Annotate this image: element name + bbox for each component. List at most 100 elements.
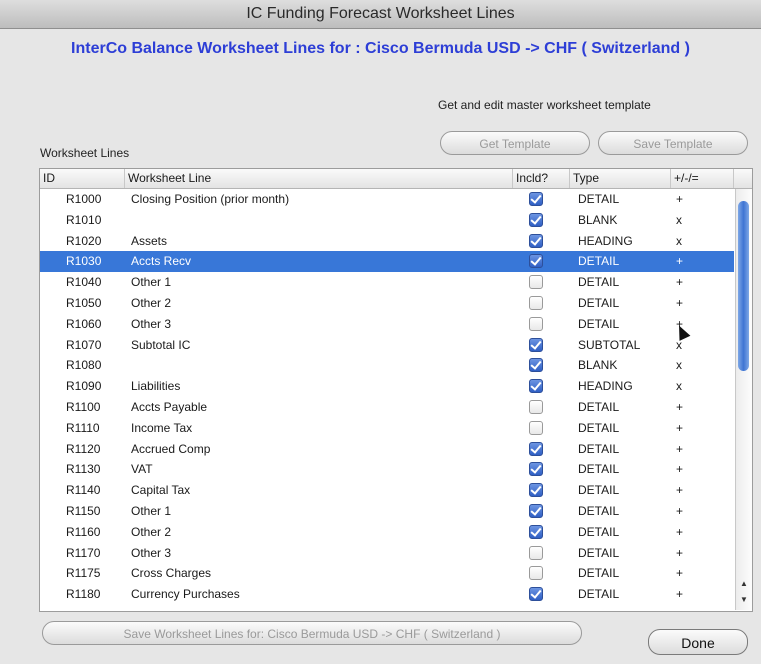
include-checkbox[interactable] [529,503,543,518]
include-checkbox[interactable] [529,587,543,602]
include-checkbox[interactable] [529,212,543,227]
column-header-type[interactable]: Type [570,169,671,188]
column-header-worksheet-line[interactable]: Worksheet Line [125,169,513,188]
table-row[interactable]: R1000 Closing Position (prior month) DETAI… [40,189,734,210]
include-checkbox[interactable] [529,192,543,206]
row-sign: + [676,275,684,290]
column-header-id[interactable]: ID [40,169,125,188]
include-checkbox[interactable] [529,524,543,539]
row-id: R1020 [66,233,102,248]
row-id: R1130 [66,462,101,477]
row-worksheet-line: Capital Tax [131,483,191,498]
include-checkbox[interactable] [529,316,543,331]
include-checkbox[interactable] [529,337,543,352]
table-row[interactable]: R1120 Accrued Comp DETAIL + [40,439,734,460]
row-id: R1140 [66,483,101,498]
include-checkbox[interactable] [529,420,543,435]
include-checkbox[interactable] [529,233,543,248]
scroll-down-icon[interactable]: ▼ [736,593,752,607]
row-id: R1150 [66,503,101,518]
row-type: SUBTOTAL [578,337,641,352]
table-row[interactable]: R1080 BLANK x [40,355,734,376]
row-id: R1010 [66,212,102,227]
include-checkbox[interactable] [529,483,543,498]
row-id: R1170 [66,545,101,560]
table-row[interactable]: R1170 Other 3 DETAIL + [40,543,734,564]
row-worksheet-line: Other 3 [131,316,172,331]
row-sign: + [676,441,684,456]
scrollbar-thumb[interactable] [738,201,749,371]
row-type: BLANK [578,358,618,373]
done-button[interactable]: Done [648,629,748,655]
table-row[interactable]: R1110 Income Tax DETAIL + [40,418,734,439]
include-checkbox[interactable] [529,545,543,560]
save-template-button[interactable]: Save Template [598,131,748,155]
table-row[interactable]: R1150 Other 1 DETAIL + [40,501,734,522]
include-checkbox[interactable] [529,462,543,477]
table-row[interactable]: R1160 Other 2 DETAIL + [40,522,734,543]
table-row[interactable]: R1010 BLANK x [40,210,734,231]
row-sign: x [676,358,682,373]
row-type: HEADING [578,233,633,248]
get-template-button[interactable]: Get Template [440,131,590,155]
table-row[interactable]: R1090 Liabilities HEADING x [40,376,734,397]
table-row[interactable]: R1100 Accts Payable DETAIL + [40,397,734,418]
table-body: R1000 Closing Position (prior month) DETAI… [40,189,734,605]
table-row[interactable]: R1175 Cross Charges DETAIL + [40,563,734,584]
row-type: DETAIL [578,587,620,602]
vertical-scrollbar[interactable]: ▲ ▼ [735,189,752,610]
include-checkbox[interactable] [529,275,543,290]
row-sign: + [676,420,684,435]
row-sign: + [676,545,684,560]
row-type: DETAIL [578,254,620,269]
table-row[interactable]: R1030 Accts Recv DETAIL + [40,251,734,273]
worksheet-lines-table[interactable]: ID Worksheet Line Incld? Type +/-/= R100… [39,168,753,612]
row-id: R1175 [66,566,101,581]
table-row[interactable]: R1050 Other 2 DETAIL + [40,293,734,314]
row-sign: + [676,566,684,581]
table-row[interactable]: R1180 Currency Purchases DETAIL + [40,584,734,605]
row-id: R1110 [66,420,100,435]
row-sign: + [676,503,684,518]
row-type: DETAIL [578,316,620,331]
save-worksheet-lines-button[interactable]: Save Worksheet Lines for: Cisco Bermuda … [42,621,582,645]
table-row[interactable]: R1140 Capital Tax DETAIL + [40,480,734,501]
row-worksheet-line: Liabilities [131,379,181,394]
row-worksheet-line: Subtotal IC [131,337,191,352]
column-header-sign[interactable]: +/-/= [671,169,734,188]
row-type: DETAIL [578,399,620,414]
row-sign: + [676,254,684,269]
row-worksheet-line: Income Tax [131,420,193,435]
row-type: DETAIL [578,420,620,435]
row-sign: + [676,524,684,539]
table-row[interactable]: R1060 Other 3 DETAIL + [40,314,734,335]
table-row[interactable]: R1130 VAT DETAIL + [40,459,734,480]
row-sign: x [676,379,682,394]
row-sign: x [676,212,682,227]
row-id: R1180 [66,587,101,602]
scroll-up-icon[interactable]: ▲ [736,577,752,591]
include-checkbox[interactable] [529,295,543,310]
row-type: DETAIL [578,483,620,498]
include-checkbox[interactable] [529,566,543,581]
row-sign: + [676,587,684,602]
column-header-included[interactable]: Incld? [513,169,570,188]
row-id: R1030 [66,254,102,269]
include-checkbox[interactable] [529,254,543,269]
table-row[interactable]: R1040 Other 1 DETAIL + [40,272,734,293]
row-type: DETAIL [578,295,620,310]
include-checkbox[interactable] [529,399,543,414]
row-worksheet-line: Cross Charges [131,566,212,581]
row-type: BLANK [578,212,618,227]
table-row[interactable]: R1070 Subtotal IC SUBTOTAL x [40,335,734,356]
row-id: R1160 [66,524,101,539]
window-title: IC Funding Forecast Worksheet Lines [0,0,761,29]
row-worksheet-line: Other 3 [131,545,172,560]
table-row[interactable]: R1020 Assets HEADING x [40,231,734,252]
row-worksheet-line: Other 2 [131,295,172,310]
include-checkbox[interactable] [529,358,543,373]
include-checkbox[interactable] [529,379,543,394]
row-id: R1060 [66,316,102,331]
include-checkbox[interactable] [529,441,543,456]
row-sign: x [676,233,682,248]
